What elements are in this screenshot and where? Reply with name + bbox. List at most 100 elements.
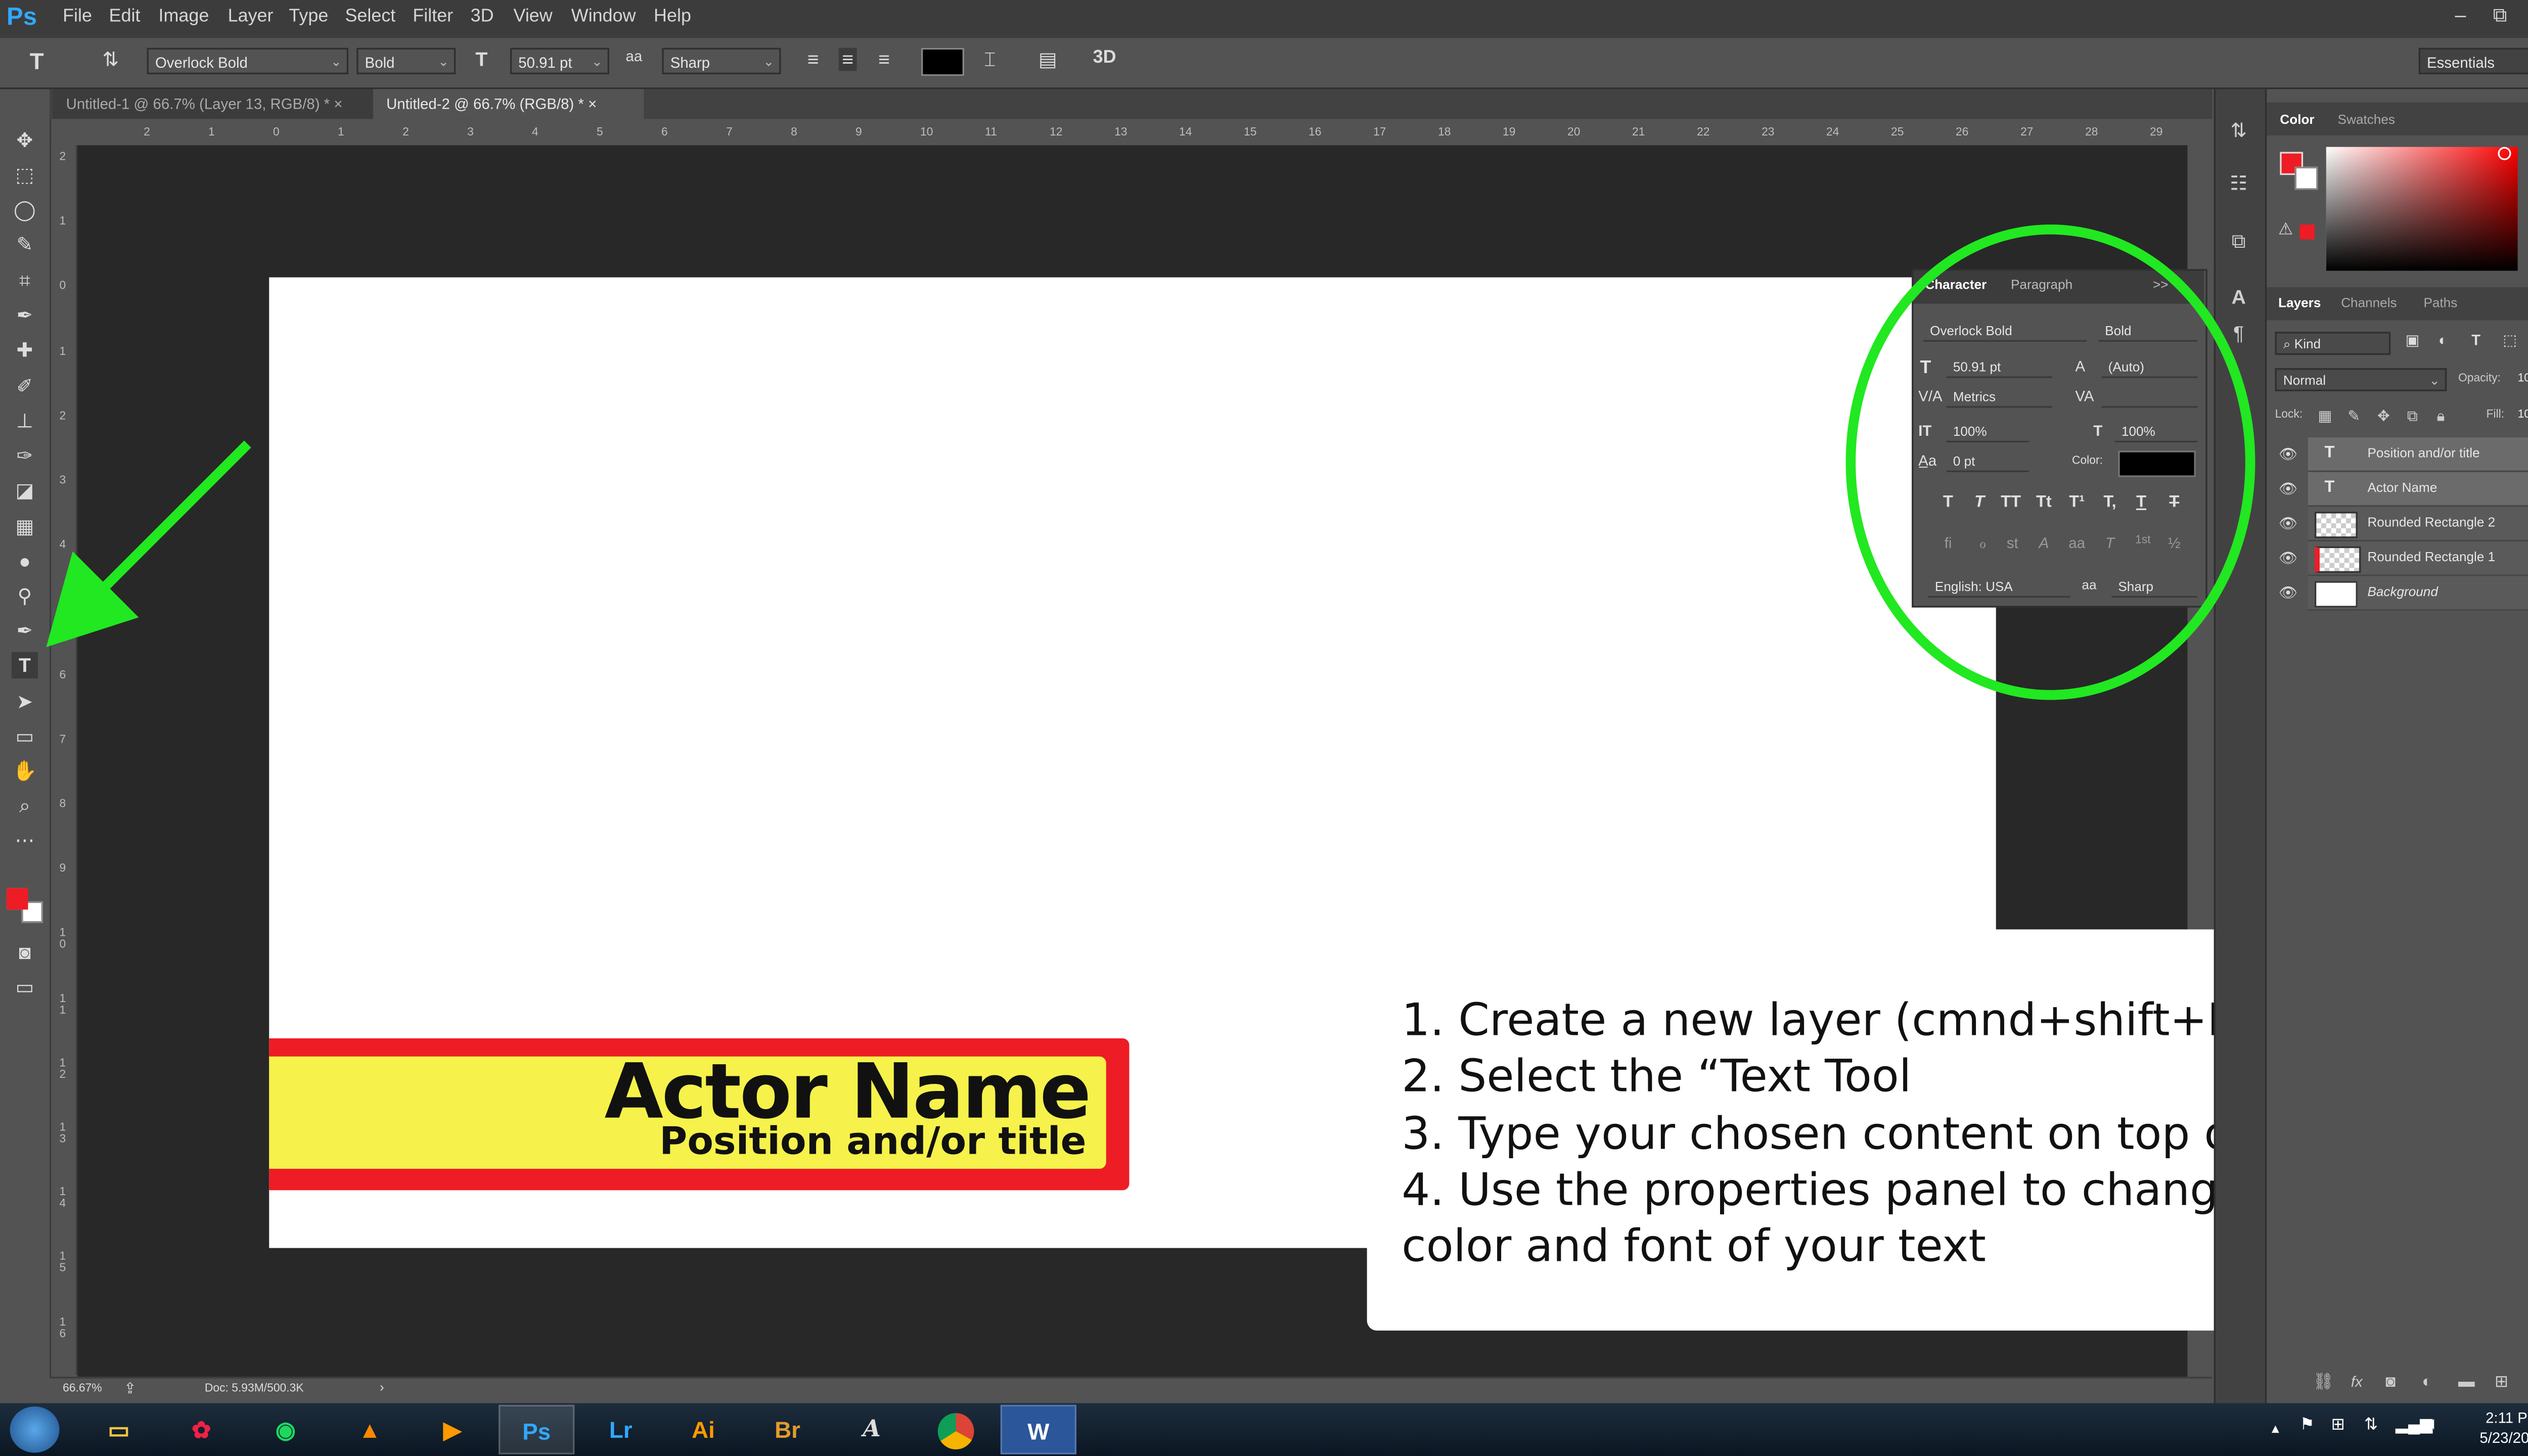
- character-panel-icon[interactable]: A: [2226, 286, 2252, 312]
- color-field[interactable]: [2326, 147, 2518, 271]
- lasso-tool-icon[interactable]: ◯: [12, 197, 38, 223]
- spotify-icon[interactable]: ◉: [248, 1405, 324, 1454]
- visibility-eye-icon[interactable]: 👁︎: [2278, 550, 2298, 568]
- filter-shape-icon[interactable]: ⬚: [2503, 332, 2517, 350]
- lock-all-icon[interactable]: 🔒︎: [2437, 408, 2445, 426]
- taskbar-font-app[interactable]: A: [834, 1405, 910, 1454]
- blend-mode-select[interactable]: Normal ⌄: [2275, 368, 2447, 391]
- crop-tool-icon[interactable]: ⌗: [12, 267, 38, 294]
- taskbar-illustrator[interactable]: Ai: [665, 1405, 741, 1454]
- more-tools-icon[interactable]: ⋯: [12, 827, 38, 853]
- tab-untitled-2[interactable]: Untitled-2 @ 66.7% (RGB/8) * ×: [373, 89, 644, 119]
- share-icon[interactable]: ⇪: [124, 1380, 137, 1398]
- text-color-swatch[interactable]: [921, 48, 964, 76]
- restore-icon[interactable]: ⧉: [2493, 4, 2507, 28]
- eyedropper-tool-icon[interactable]: ✒: [12, 302, 38, 329]
- opacity-value[interactable]: 100%: [2518, 373, 2528, 385]
- new-layer-icon[interactable]: ⊞: [2495, 1374, 2508, 1392]
- marquee-tool-icon[interactable]: ⬚: [12, 162, 38, 188]
- align-left-icon[interactable]: ≡: [807, 48, 819, 71]
- close-tab-icon[interactable]: ×: [588, 96, 597, 112]
- minimize-icon[interactable]: –: [2455, 4, 2466, 27]
- vlc-icon[interactable]: ▲: [332, 1405, 408, 1454]
- text-tool-icon[interactable]: T: [11, 652, 38, 679]
- layer-row-position-title[interactable]: T Position and/or title: [2308, 437, 2528, 472]
- lock-artboard-icon[interactable]: ⧉: [2407, 408, 2418, 426]
- windows-icon[interactable]: ⊞: [2331, 1417, 2345, 1435]
- paint-app-icon[interactable]: ✿: [163, 1405, 239, 1454]
- filter-adjustment-icon[interactable]: ◐: [2439, 332, 2448, 348]
- flag-icon[interactable]: ⚑: [2300, 1417, 2315, 1435]
- menu-window[interactable]: Window: [571, 7, 636, 26]
- 3d-button[interactable]: 3D: [1093, 48, 1116, 68]
- warp-text-icon[interactable]: ⌶: [984, 48, 996, 73]
- lock-transparent-icon[interactable]: ▦: [2318, 408, 2332, 426]
- tab-layers[interactable]: Layers: [2278, 295, 2321, 310]
- layer-filter-select[interactable]: ⌕ Kind: [2275, 332, 2391, 355]
- taskbar-photoshop[interactable]: Ps: [499, 1404, 575, 1454]
- layer-row-rounded-rectangle-2[interactable]: Rounded Rectangle 2: [2308, 507, 2528, 542]
- tab-swatches[interactable]: Swatches: [2338, 112, 2395, 127]
- menu-view[interactable]: View: [514, 7, 553, 26]
- add-mask-icon[interactable]: ◙: [2385, 1374, 2396, 1392]
- menu-edit[interactable]: Edit: [109, 7, 141, 26]
- fill-value[interactable]: 100%: [2518, 410, 2528, 421]
- quick-mask-icon[interactable]: ◙: [12, 939, 38, 966]
- character-panel-toggle-icon[interactable]: ▤: [1039, 48, 1057, 71]
- tray-expand-icon[interactable]: ▴: [2272, 1420, 2279, 1438]
- move-tool-icon[interactable]: ✥: [12, 127, 38, 153]
- status-menu-arrow-icon[interactable]: ›: [380, 1380, 384, 1395]
- menu-help[interactable]: Help: [654, 7, 691, 26]
- brush-tool-icon[interactable]: ✐: [12, 373, 38, 399]
- visibility-eye-icon[interactable]: 👁︎: [2278, 480, 2298, 498]
- screen-mode-icon[interactable]: ▭: [12, 974, 38, 1000]
- tab-untitled-1[interactable]: Untitled-1 @ 66.7% (Layer 13, RGB/8) * ×: [53, 89, 377, 119]
- paragraph-panel-icon[interactable]: ¶: [2226, 322, 2252, 348]
- font-family-select[interactable]: Overlock Bold ⌄: [147, 48, 348, 74]
- align-center-icon[interactable]: ≡: [838, 48, 857, 71]
- windows-start-icon[interactable]: [10, 1406, 60, 1453]
- tab-color[interactable]: Color: [2280, 112, 2314, 127]
- menu-image[interactable]: Image: [158, 7, 209, 26]
- lock-position-icon[interactable]: ✥: [2377, 408, 2390, 426]
- link-layers-icon[interactable]: ⛓︎: [2313, 1374, 2334, 1392]
- text-orientation-icon[interactable]: ⇅: [102, 48, 119, 71]
- tab-paths[interactable]: Paths: [2423, 295, 2457, 310]
- adjustment-layer-icon[interactable]: ◐: [2422, 1374, 2432, 1392]
- taskbar-lightroom[interactable]: Lr: [583, 1405, 659, 1454]
- path-selection-tool-icon[interactable]: ➤: [12, 689, 38, 715]
- volume-icon[interactable]: 🔈︎: [2428, 1415, 2440, 1436]
- clone-stamp-tool-icon[interactable]: ⊥: [12, 408, 38, 434]
- wifi-icon[interactable]: ▂▄▆: [2396, 1417, 2432, 1435]
- file-explorer-icon[interactable]: ▭: [81, 1405, 157, 1454]
- font-size-select[interactable]: 50.91 pt ⌄: [510, 48, 609, 74]
- zoom-level[interactable]: 66.67%: [63, 1383, 102, 1395]
- menu-select[interactable]: Select: [345, 7, 395, 26]
- chrome-icon[interactable]: [918, 1405, 994, 1454]
- media-player-icon[interactable]: ▶: [415, 1405, 490, 1454]
- actor-title-text[interactable]: Position and/or title: [659, 1121, 1086, 1164]
- filter-type-icon[interactable]: T: [2471, 332, 2480, 348]
- hand-tool-icon[interactable]: ✋: [12, 758, 38, 784]
- type-tool-preset-icon[interactable]: T: [30, 48, 44, 74]
- color-panel-background[interactable]: [2294, 166, 2318, 190]
- close-tab-icon[interactable]: ×: [334, 96, 342, 112]
- visibility-eye-icon[interactable]: 👁︎: [2278, 515, 2298, 533]
- layer-row-rounded-rectangle-1[interactable]: Rounded Rectangle 1: [2308, 541, 2528, 576]
- taskbar-word[interactable]: W: [1000, 1404, 1076, 1454]
- system-clock[interactable]: 2:11 PM 5/23/2016: [2479, 1408, 2528, 1447]
- filter-pixel-icon[interactable]: ▣: [2406, 332, 2420, 350]
- network-share-icon[interactable]: ⇅: [2364, 1417, 2378, 1435]
- menu-3d[interactable]: 3D: [471, 7, 494, 26]
- antialias-select[interactable]: Sharp ⌄: [662, 48, 781, 74]
- menu-file[interactable]: File: [63, 7, 92, 26]
- lock-image-icon[interactable]: ✎: [2348, 408, 2360, 426]
- tab-channels[interactable]: Channels: [2341, 295, 2397, 310]
- quick-select-tool-icon[interactable]: ✎: [12, 231, 38, 257]
- layer-row-actor-name[interactable]: T Actor Name: [2308, 472, 2528, 507]
- shape-tool-icon[interactable]: ▭: [12, 723, 38, 749]
- workspace-select[interactable]: Essentials⌄: [2418, 48, 2528, 74]
- healing-brush-tool-icon[interactable]: ✚: [12, 337, 38, 363]
- properties-panel-icon[interactable]: ☷: [2226, 172, 2252, 198]
- taskbar-bridge[interactable]: Br: [749, 1405, 825, 1454]
